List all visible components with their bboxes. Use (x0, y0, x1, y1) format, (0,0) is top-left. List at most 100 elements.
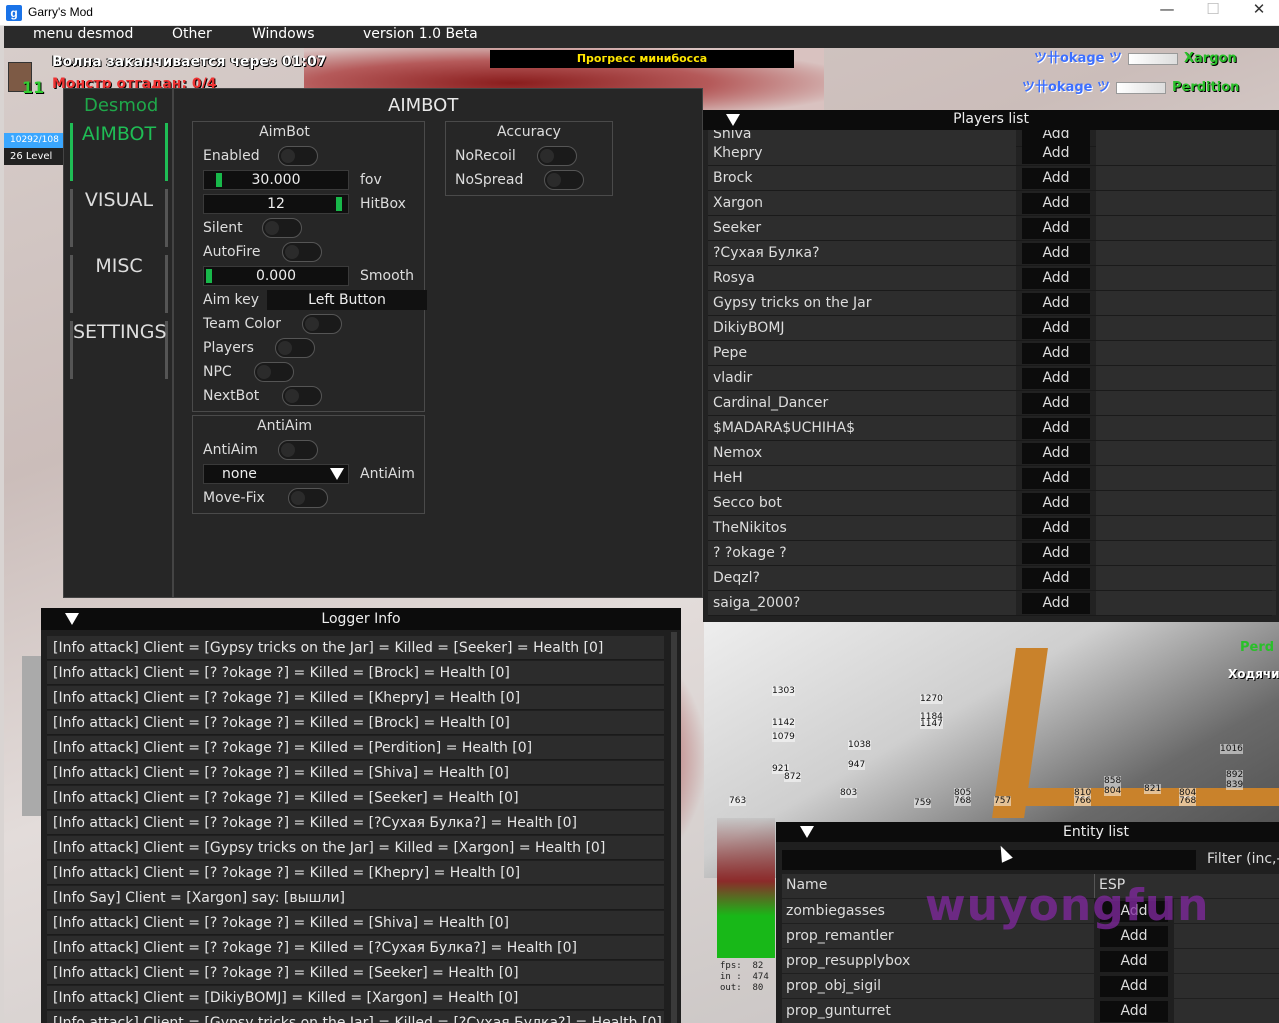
add-button[interactable]: Add (1022, 168, 1090, 189)
silent-label: Silent (203, 220, 243, 236)
smooth-slider[interactable]: 0.000 (203, 266, 349, 286)
player-strip (22, 656, 42, 816)
close-button[interactable]: ✕ (1236, 0, 1279, 26)
norecoil-toggle[interactable] (537, 146, 577, 166)
slider-handle[interactable] (336, 197, 342, 211)
sidebar: Desmod AIMBOT VISUAL MISC SETTINGS (64, 89, 174, 597)
teamcolor-toggle[interactable] (302, 314, 342, 334)
add-button[interactable]: Add (1022, 593, 1090, 614)
boss-progress-bar: Прогресс минибосса (490, 50, 794, 68)
add-button[interactable]: Add (1022, 143, 1090, 164)
player-row: TheNikitos Add (708, 516, 1276, 541)
tab-misc[interactable]: MISC (70, 255, 168, 313)
hitbox-slider[interactable]: 12 (203, 194, 349, 214)
group-title: AntiAim (257, 418, 312, 434)
aimkey-binder[interactable]: Left Button (267, 290, 427, 310)
slider-handle[interactable] (206, 269, 212, 283)
tab-visual[interactable]: VISUAL (70, 189, 168, 247)
silent-toggle[interactable] (262, 218, 302, 238)
nextbot-label: NextBot (203, 388, 260, 404)
add-button[interactable]: Add (1022, 393, 1090, 414)
menu-other[interactable]: Other (172, 26, 212, 48)
tab-settings[interactable]: SETTINGS (70, 321, 168, 379)
damage-number: 1270 (920, 694, 943, 704)
esp-add-button[interactable]: Add (1100, 976, 1168, 997)
player-name: TheNikitos (708, 516, 1016, 540)
player-row: HeH Add (708, 466, 1276, 491)
add-button[interactable]: Add (1022, 493, 1090, 514)
menu-desmod[interactable]: menu desmod (33, 26, 133, 48)
add-button[interactable]: Add (1022, 468, 1090, 489)
add-button[interactable]: Add (1022, 568, 1090, 589)
tab-aimbot[interactable]: AIMBOT (70, 123, 168, 181)
entity-row: prop_gunturret Add (782, 999, 1279, 1023)
add-button[interactable]: Add (1022, 418, 1090, 439)
log-entry: [Info attack] Client = [? ?okage ?] = Ki… (47, 686, 664, 710)
window-titlebar: g Garry's Mod — ☐ ✕ (0, 0, 1279, 26)
net-stats: fps: 82 in : 474 out: 80 (720, 961, 769, 993)
add-button[interactable]: Add (1022, 343, 1090, 364)
nospread-toggle[interactable] (544, 170, 584, 190)
fov-slider[interactable]: 30.000 (203, 170, 349, 190)
add-button[interactable]: Add (1022, 243, 1090, 264)
menu-windows[interactable]: Windows (252, 26, 315, 48)
weapon-icon (1116, 81, 1166, 94)
antiaim-toggle[interactable] (278, 440, 318, 460)
add-button[interactable]: Add (1022, 543, 1090, 564)
player-row: Seeker Add (708, 216, 1276, 241)
antiaim-mode-select[interactable]: none (203, 464, 349, 484)
add-button[interactable]: Add (1022, 218, 1090, 239)
add-button[interactable]: Add (1022, 518, 1090, 539)
app-icon: g (6, 5, 22, 21)
log-entry: [Info attack] Client = [? ?okage ?] = Ki… (47, 661, 664, 685)
damage-number: 766 (1074, 796, 1092, 806)
add-button[interactable]: Add (1022, 368, 1090, 389)
entity-list-header[interactable]: Entity list (776, 822, 1279, 842)
column-name[interactable]: Name (786, 877, 827, 893)
player-name: Brock (708, 166, 1016, 190)
damage-number: 1016 (1220, 744, 1243, 754)
nextbot-toggle[interactable] (282, 386, 322, 406)
maximize-button[interactable]: ☐ (1190, 0, 1236, 26)
minimize-button[interactable]: — (1144, 0, 1190, 26)
npc-toggle[interactable] (254, 362, 294, 382)
players-toggle[interactable] (275, 338, 315, 358)
damage-number: 1079 (772, 732, 795, 742)
player-name: Cardinal_Dancer (708, 391, 1016, 415)
slider-handle[interactable] (216, 173, 222, 187)
enabled-toggle[interactable] (278, 146, 318, 166)
player-name: ?Сухая Булка? (708, 241, 1016, 265)
npc-label: NPC (203, 364, 232, 380)
add-button[interactable]: Add (1022, 318, 1090, 339)
antiaim-mode-label: AntiAim (360, 466, 415, 482)
fov-value: 30.000 (251, 172, 301, 188)
autofire-toggle[interactable] (282, 242, 322, 262)
damage-number: 757 (994, 796, 1012, 806)
antiaim-label: AntiAim (203, 442, 258, 458)
damage-number: 892 (1226, 770, 1244, 780)
player-name: Rosya (708, 266, 1016, 290)
esp-add-button[interactable]: Add (1100, 951, 1168, 972)
weapon-icon (1128, 52, 1178, 65)
add-button[interactable]: Add (1022, 293, 1090, 314)
player-name: Nemox (708, 441, 1016, 465)
add-button[interactable]: Add (1022, 193, 1090, 214)
logger-header[interactable]: Logger Info (41, 608, 681, 630)
player-row: Pepe Add (708, 341, 1276, 366)
add-button[interactable]: Add (1022, 443, 1090, 464)
scene-beam-horizontal (1004, 788, 1279, 806)
log-entry: [Info attack] Client = [? ?okage ?] = Ki… (47, 961, 664, 985)
log-entry: [Info attack] Client = [Gypsy tricks on … (47, 1011, 664, 1023)
movefix-toggle[interactable] (288, 488, 328, 508)
teamcolor-label: Team Color (203, 316, 282, 332)
hitbox-value: 12 (267, 196, 285, 212)
esp-add-button[interactable]: Add (1100, 1001, 1168, 1022)
entity-filter-input[interactable] (782, 850, 1196, 870)
add-button[interactable]: Add (1022, 268, 1090, 289)
player-name: DikiyBOMJ (708, 316, 1016, 340)
player-name: Khepry (708, 141, 1016, 165)
log-entry: [Info Say] Client = [Xargon] say: [вышли… (47, 886, 664, 910)
logger-scrollbar[interactable] (671, 632, 677, 1023)
menu-version[interactable]: version 1.0 Beta (363, 26, 478, 48)
player-name: Seeker (708, 216, 1016, 240)
